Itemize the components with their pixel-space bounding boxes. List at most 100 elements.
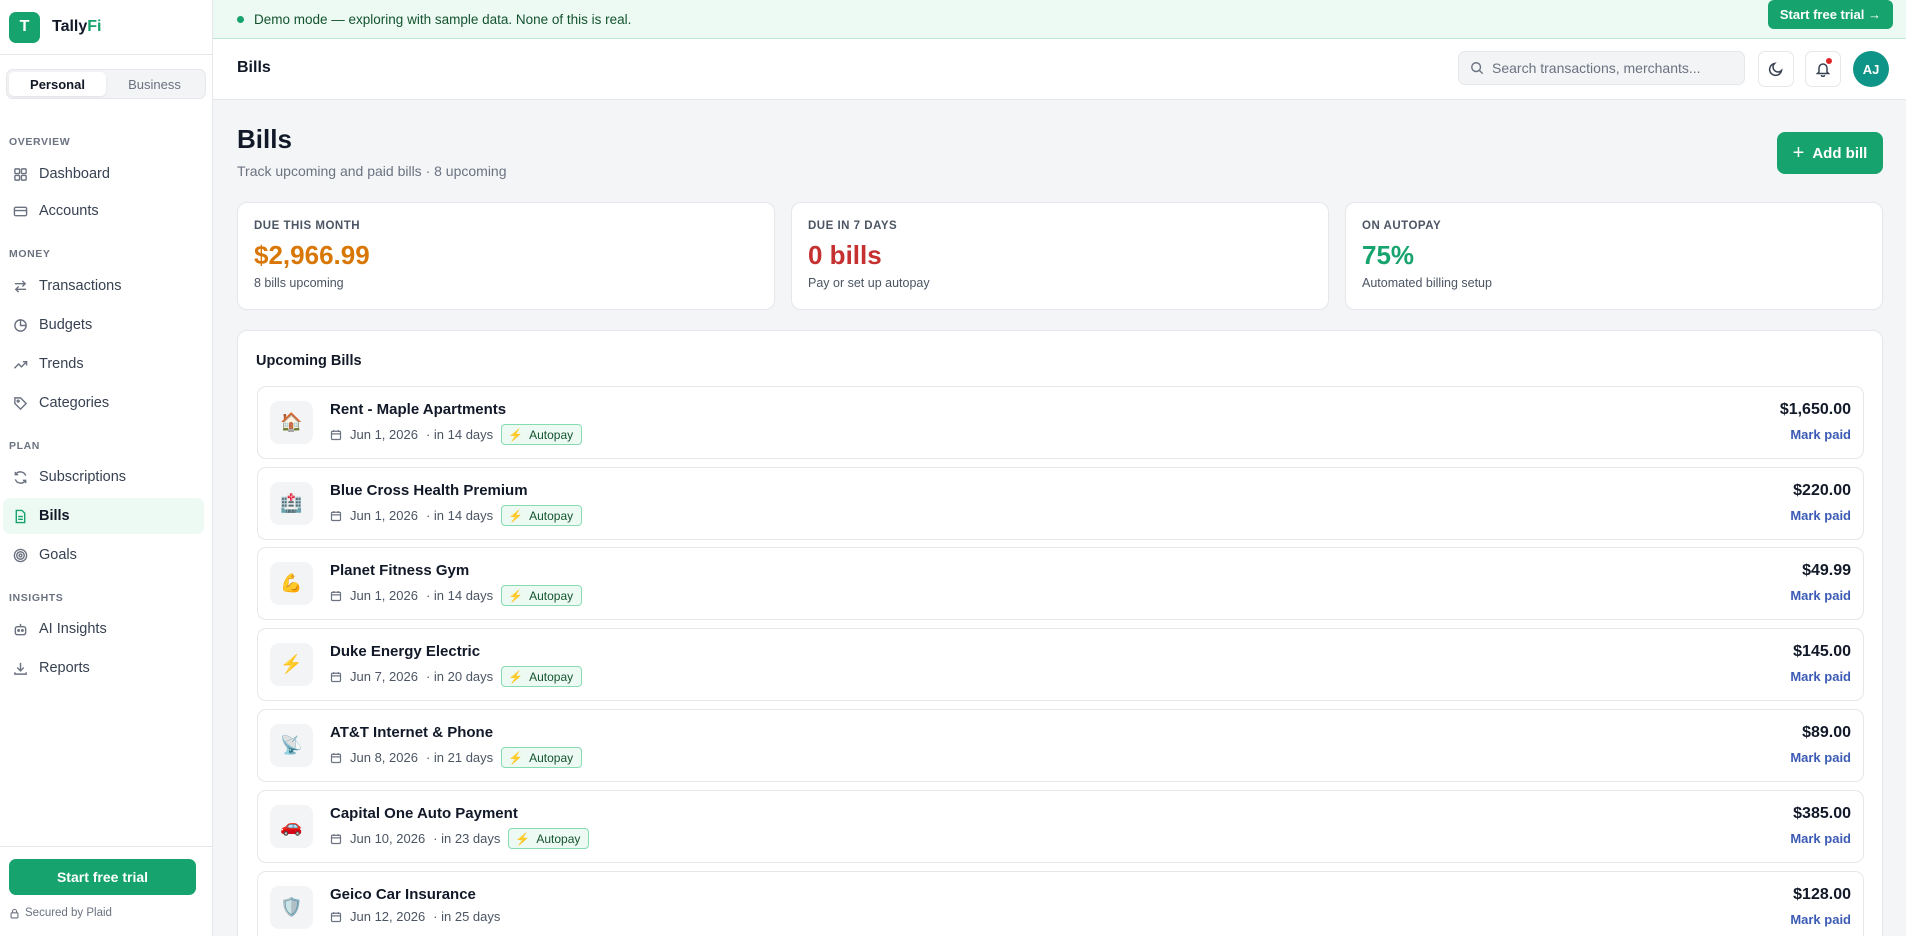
bill-name: Rent - Maple Apartments: [330, 401, 507, 418]
bill-date: Jun 1, 2026: [350, 588, 418, 603]
bill-relative-date: · in 14 days: [425, 427, 494, 442]
mark-paid-button[interactable]: Mark paid: [1790, 831, 1851, 846]
section-money: MONEY: [9, 248, 51, 260]
app-name-part1: Tally: [52, 18, 88, 35]
sidebar-item-label: Trends: [39, 356, 84, 372]
mode-personal[interactable]: Personal: [9, 72, 106, 96]
bill-row-at-t-internet-phone[interactable]: 📡 AT&T Internet & Phone Jun 8, 2026 · in 21…: [257, 709, 1864, 782]
stat-on-autopay: ON AUTOPAY 75% Automated billing setup: [1345, 202, 1883, 310]
tag-icon: [12, 395, 28, 411]
bolt-icon: ⚡: [508, 508, 524, 523]
stat-value: $2,966.99: [254, 240, 370, 270]
bill-meta: Jun 1, 2026 · in 14 days ⚡ Autopay: [330, 585, 583, 606]
bill-category-icon: ⚡: [270, 643, 313, 686]
mark-paid-button[interactable]: Mark paid: [1790, 669, 1851, 684]
autopay-badge: ⚡ Autopay: [501, 666, 583, 687]
sidebar-item-bills[interactable]: Bills: [3, 498, 204, 534]
sidebar-item-label: Bills: [39, 508, 70, 524]
sidebar-item-label: Budgets: [39, 317, 93, 333]
bill-meta: Jun 7, 2026 · in 20 days ⚡ Autopay: [330, 666, 583, 687]
plus-icon: +: [1792, 142, 1805, 164]
robot-icon: [12, 621, 28, 637]
header-title: Bills: [237, 59, 271, 76]
bill-row-rent-maple-apartments[interactable]: 🏠 Rent - Maple Apartments Jun 1, 2026 · in …: [257, 386, 1864, 459]
sidebar-item-subscriptions[interactable]: Subscriptions: [3, 459, 204, 495]
autopay-badge: ⚡ Autopay: [501, 424, 583, 445]
search-box[interactable]: [1458, 51, 1745, 85]
sidebar-item-budgets[interactable]: Budgets: [3, 307, 204, 343]
app-logo: T: [9, 11, 40, 43]
bill-date: Jun 1, 2026: [350, 508, 418, 523]
autopay-badge: ⚡ Autopay: [501, 505, 583, 526]
pie-icon: [12, 317, 28, 333]
section-insights: INSIGHTS: [9, 592, 64, 604]
add-bill-button[interactable]: + Add bill: [1777, 132, 1883, 174]
bill-amount: $220.00: [1793, 482, 1851, 499]
moon-icon: [1768, 61, 1784, 77]
secured-note: Secured by Plaid: [9, 907, 112, 919]
bill-amount: $145.00: [1793, 643, 1851, 660]
calendar-icon: [330, 911, 342, 923]
sidebar-item-accounts[interactable]: Accounts: [3, 193, 204, 229]
bill-meta: Jun 8, 2026 · in 21 days ⚡ Autopay: [330, 747, 583, 768]
sidebar-item-dashboard[interactable]: Dashboard: [3, 156, 204, 192]
mark-paid-button[interactable]: Mark paid: [1790, 750, 1851, 765]
bill-relative-date: · in 20 days: [425, 669, 494, 684]
search-input[interactable]: [1492, 60, 1732, 76]
sidebar-item-goals[interactable]: Goals: [3, 537, 204, 573]
bill-row-blue-cross-health-premium[interactable]: 🏥 Blue Cross Health Premium Jun 1, 2026 · i…: [257, 467, 1864, 540]
bill-amount: $49.99: [1802, 562, 1851, 579]
brand[interactable]: T TallyFi: [0, 0, 212, 55]
sidebar-item-ai-insights[interactable]: AI Insights: [3, 611, 204, 647]
notifications-button[interactable]: [1805, 51, 1841, 87]
bill-name: Blue Cross Health Premium: [330, 482, 528, 499]
sidebar-item-categories[interactable]: Categories: [3, 385, 204, 421]
sidebar-item-label: Dashboard: [39, 166, 110, 182]
mark-paid-button[interactable]: Mark paid: [1790, 588, 1851, 603]
bill-row-duke-energy-electric[interactable]: ⚡ Duke Energy Electric Jun 7, 2026 · in 20 …: [257, 628, 1864, 701]
mode-business[interactable]: Business: [106, 72, 203, 96]
sidebar-item-trends[interactable]: Trends: [3, 346, 204, 382]
stat-note: Automated billing setup: [1362, 276, 1492, 290]
autopay-badge: ⚡ Autopay: [501, 747, 583, 768]
mark-paid-button[interactable]: Mark paid: [1790, 427, 1851, 442]
card-icon: [12, 203, 28, 219]
start-trial-button[interactable]: Start free trial: [9, 859, 196, 895]
bill-row-planet-fitness-gym[interactable]: 💪 Planet Fitness Gym Jun 1, 2026 · in 14 da…: [257, 547, 1864, 620]
stat-label: ON AUTOPAY: [1362, 220, 1442, 232]
bill-name: AT&T Internet & Phone: [330, 724, 494, 741]
bill-meta: Jun 12, 2026 · in 25 days: [330, 909, 500, 924]
calendar-icon: [330, 752, 342, 764]
stat-value: 0 bills: [808, 240, 882, 270]
section-plan: PLAN: [9, 440, 40, 452]
bill-row-capital-one-auto-payment[interactable]: 🚗 Capital One Auto Payment Jun 10, 2026 · i…: [257, 790, 1864, 863]
bill-category-icon: 🚗: [270, 805, 313, 848]
sidebar-item-label: Transactions: [39, 278, 122, 294]
sidebar: T TallyFi Personal Business OVERVIEW Das…: [0, 0, 213, 936]
bill-name: Planet Fitness Gym: [330, 562, 470, 579]
sidebar-item-reports[interactable]: Reports: [3, 650, 204, 686]
upcoming-bills-panel: Upcoming Bills 🏠 Rent - Maple Apartments J…: [237, 330, 1883, 936]
search-icon: [1470, 61, 1484, 75]
sidebar-item-transactions[interactable]: Transactions: [3, 268, 204, 304]
page-title: Bills: [237, 124, 292, 154]
demo-banner: Demo mode — exploring with sample data. …: [213, 0, 1906, 39]
bill-date: Jun 12, 2026: [350, 909, 426, 924]
theme-toggle-button[interactable]: [1758, 51, 1794, 87]
app-name-part2: Fi: [87, 18, 102, 35]
avatar[interactable]: AJ: [1853, 51, 1889, 87]
calendar-icon: [330, 671, 342, 683]
notification-badge: [1825, 57, 1833, 65]
calendar-icon: [330, 429, 342, 441]
bill-row-geico-car-insurance[interactable]: 🛡️ Geico Car Insurance Jun 12, 2026 · in 25…: [257, 871, 1864, 936]
app-name: TallyFi: [52, 18, 102, 36]
bill-date: Jun 8, 2026: [350, 750, 418, 765]
bill-meta: Jun 1, 2026 · in 14 days ⚡ Autopay: [330, 424, 583, 445]
mark-paid-button[interactable]: Mark paid: [1790, 912, 1851, 927]
autopay-label: Autopay: [529, 508, 574, 523]
banner-start-trial-button[interactable]: Start free trial →: [1767, 0, 1893, 29]
mark-paid-button[interactable]: Mark paid: [1790, 508, 1851, 523]
bolt-icon: ⚡: [508, 588, 524, 603]
autopay-badge: ⚡ Autopay: [508, 828, 590, 849]
bolt-icon: ⚡: [515, 831, 531, 846]
